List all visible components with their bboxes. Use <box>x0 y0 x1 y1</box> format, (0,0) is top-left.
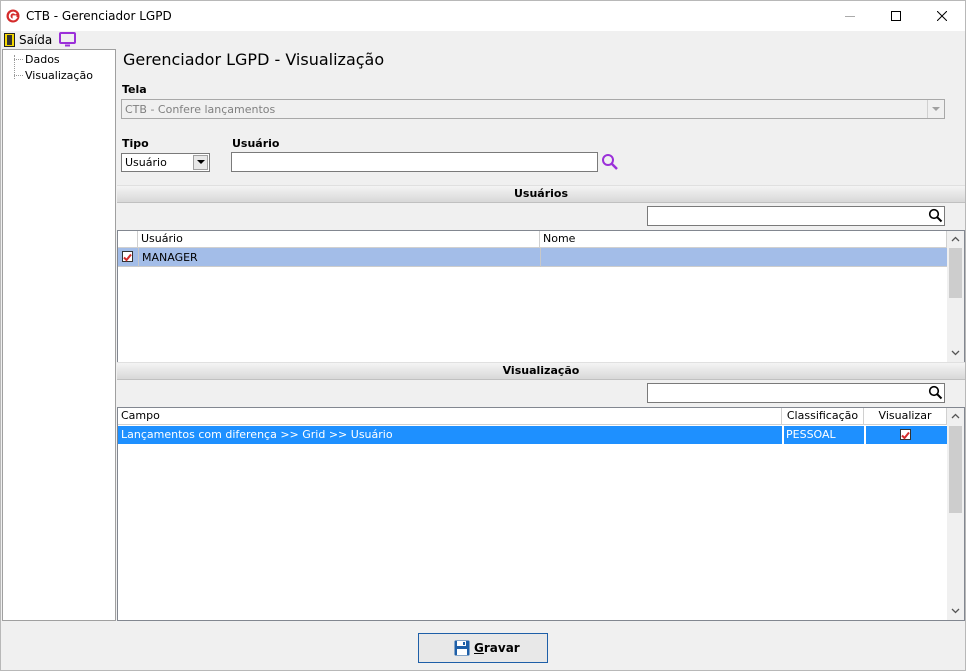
close-button[interactable] <box>919 1 965 31</box>
users-filter-input[interactable] <box>647 206 945 226</box>
row-campo-cell: Lançamentos com diferença >> Grid >> Usu… <box>121 428 393 441</box>
scroll-down-icon[interactable] <box>951 350 960 356</box>
row-checkbox[interactable] <box>122 251 133 262</box>
users-col-nome[interactable]: Nome <box>540 231 947 248</box>
view-col-visualizar[interactable]: Visualizar <box>864 408 947 425</box>
users-col-usuario[interactable]: Usuário <box>138 231 540 248</box>
users-filter-search-button[interactable] <box>928 208 943 226</box>
maximize-icon <box>891 11 901 21</box>
users-scroll-thumb[interactable] <box>949 248 962 298</box>
floppy-disk-icon <box>454 640 470 656</box>
exit-label: Saída <box>19 33 53 47</box>
search-icon <box>928 385 943 400</box>
tree-item-visualizacao[interactable]: Visualização <box>25 69 93 82</box>
tipo-select-value: Usuário <box>125 156 167 169</box>
visualizar-checkbox[interactable] <box>900 429 911 440</box>
tela-label: Tela <box>122 83 147 96</box>
users-grid-check-header <box>118 231 138 248</box>
view-section-header: Visualização <box>117 362 965 380</box>
tela-select[interactable]: CTB - Confere lançamentos <box>121 99 945 119</box>
page-title: Gerenciador LGPD - Visualização <box>123 50 385 69</box>
tipo-label: Tipo <box>122 137 149 150</box>
minimize-icon <box>845 16 855 17</box>
exit-menu-item[interactable]: Saída <box>4 32 53 48</box>
tipo-dropdown-arrow[interactable] <box>193 155 208 170</box>
scroll-down-icon[interactable] <box>951 608 960 614</box>
view-vertical-scrollbar[interactable] <box>947 408 964 620</box>
users-section-header: Usuários <box>117 185 965 203</box>
tree-item-dados[interactable]: Dados <box>25 53 60 66</box>
usuario-input[interactable] <box>231 152 598 172</box>
window-title: CTB - Gerenciador LGPD <box>26 9 172 23</box>
cell-divider <box>540 248 541 267</box>
table-row[interactable]: MANAGER <box>118 248 947 267</box>
row-classificacao-cell: PESSOAL <box>786 428 836 441</box>
view-col-campo[interactable]: Campo <box>118 408 782 425</box>
tipo-select[interactable]: Usuário <box>121 153 210 172</box>
navigation-tree: Dados Visualização <box>2 49 116 621</box>
cell-divider <box>138 248 139 267</box>
checkmark-icon <box>123 253 132 262</box>
save-button[interactable]: Gravar <box>418 633 548 663</box>
title-bar: CTB - Gerenciador LGPD <box>1 1 965 31</box>
save-button-label: Gravar <box>474 641 520 655</box>
row-usuario-cell: MANAGER <box>142 251 198 264</box>
menu-bar: Saída <box>1 31 965 49</box>
search-icon <box>602 154 618 170</box>
cell-divider <box>782 426 784 444</box>
view-scroll-thumb[interactable] <box>949 426 962 513</box>
users-vertical-scrollbar[interactable] <box>947 231 964 362</box>
search-icon <box>928 208 943 223</box>
usuario-search-button[interactable] <box>601 153 619 174</box>
chevron-down-icon <box>932 106 940 111</box>
view-grid: Campo Classificação Visualizar Lançament… <box>117 407 965 621</box>
maximize-button[interactable] <box>873 1 919 31</box>
screen-icon[interactable] <box>59 32 77 50</box>
close-icon <box>937 11 947 21</box>
minimize-button[interactable] <box>827 1 873 31</box>
chevron-down-icon <box>196 160 205 164</box>
view-filter-search-button[interactable] <box>928 385 943 403</box>
view-col-classificacao[interactable]: Classificação <box>782 408 864 425</box>
scroll-up-icon[interactable] <box>951 236 960 242</box>
exit-door-icon <box>4 33 15 47</box>
table-row[interactable]: Lançamentos com diferença >> Grid >> Usu… <box>118 426 947 444</box>
checkmark-icon <box>901 431 910 440</box>
tree-connector <box>14 59 23 60</box>
app-window: CTB - Gerenciador LGPD Saída Dados Visua… <box>0 0 966 671</box>
view-filter-input[interactable] <box>647 383 945 403</box>
scroll-up-icon[interactable] <box>951 413 960 419</box>
users-grid: Usuário Nome MANAGER <box>117 230 965 363</box>
usuario-label: Usuário <box>232 137 280 150</box>
cell-divider <box>864 426 866 444</box>
tela-dropdown-arrow[interactable] <box>927 100 944 118</box>
app-logo-icon <box>6 9 20 23</box>
tree-connector <box>14 75 23 76</box>
tela-select-value: CTB - Confere lançamentos <box>125 103 276 116</box>
